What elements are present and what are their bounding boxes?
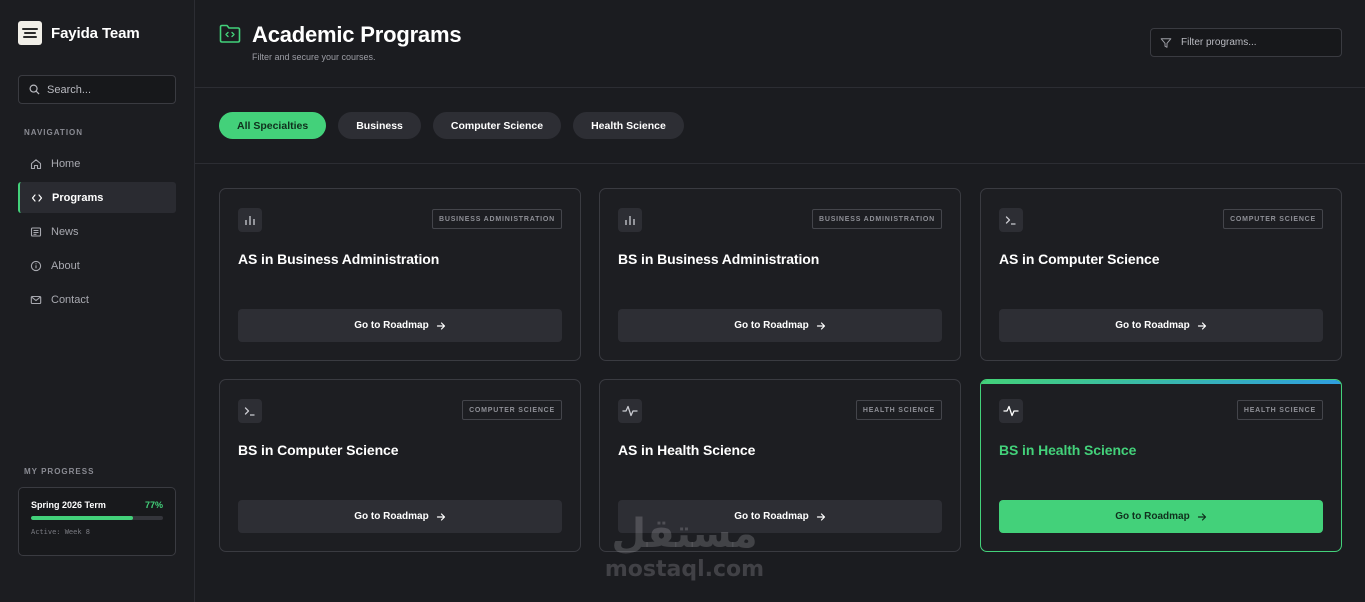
home-icon — [30, 158, 42, 169]
progress-term: Spring 2026 Term — [31, 500, 106, 510]
arrow-right-icon — [1197, 321, 1206, 330]
progress-bar-fill — [31, 516, 133, 520]
roadmap-button-label: Go to Roadmap — [354, 511, 429, 522]
sidebar-nav: Home Programs News About Contact — [18, 148, 176, 318]
filter-programs[interactable] — [1150, 28, 1342, 57]
program-title: BS in Business Administration — [618, 251, 820, 267]
sidebar-item-label: News — [51, 225, 79, 238]
program-card: COMPUTER SCIENCE BS in Computer Science … — [219, 379, 581, 552]
program-title: BS in Computer Science — [238, 442, 399, 458]
card-accent-bar — [981, 380, 1341, 384]
chip-business[interactable]: Business — [338, 112, 421, 139]
code-icon — [31, 193, 43, 202]
terminal-icon — [999, 208, 1023, 232]
progress-percent: 77% — [144, 500, 163, 510]
program-title: BS in Health Science — [999, 442, 1137, 458]
sidebar-item-contact[interactable]: Contact — [18, 284, 176, 315]
page-subtitle: Filter and secure your courses. — [252, 52, 376, 62]
sidebar-item-label: Home — [51, 157, 81, 170]
category-badge: HEALTH SCIENCE — [1236, 400, 1323, 420]
sidebar-item-about[interactable]: About — [18, 250, 176, 281]
news-icon — [30, 226, 42, 237]
category-badge: BUSINESS ADMINISTRATION — [811, 209, 942, 229]
sidebar-item-label: Contact — [51, 293, 89, 306]
arrow-right-icon — [816, 321, 825, 330]
program-card-selected: HEALTH SCIENCE BS in Health Science Go t… — [980, 379, 1342, 552]
arrow-right-icon — [436, 512, 445, 521]
page-title: Academic Programs — [252, 22, 462, 47]
progress-card: Spring 2026 Term 77% Active: Week 8 — [18, 487, 176, 556]
sidebar-item-news[interactable]: News — [18, 216, 176, 247]
terminal-icon — [238, 399, 262, 423]
program-title: AS in Health Science — [618, 442, 756, 458]
pulse-icon — [999, 399, 1023, 423]
roadmap-button-label: Go to Roadmap — [354, 320, 429, 331]
bar-chart-icon — [618, 208, 642, 232]
mail-icon — [30, 295, 42, 304]
search-input[interactable] — [47, 83, 157, 96]
sidebar: Fayida Team NAVIGATION Home Programs New… — [0, 0, 195, 602]
sidebar-item-programs[interactable]: Programs — [18, 182, 176, 213]
roadmap-button[interactable]: Go to Roadmap — [999, 500, 1323, 533]
brand-name: Fayida Team — [51, 24, 140, 42]
roadmap-button-label: Go to Roadmap — [734, 320, 809, 331]
arrow-right-icon — [1197, 512, 1206, 521]
program-card: COMPUTER SCIENCE AS in Computer Science … — [980, 188, 1342, 361]
roadmap-button[interactable]: Go to Roadmap — [238, 500, 562, 533]
arrow-right-icon — [816, 512, 825, 521]
category-badge: COMPUTER SCIENCE — [462, 400, 562, 420]
pulse-icon — [618, 399, 642, 423]
sidebar-search[interactable] — [18, 75, 176, 104]
bar-chart-icon — [238, 208, 262, 232]
brand[interactable]: Fayida Team — [18, 21, 140, 45]
nav-section-title: NAVIGATION — [24, 128, 84, 137]
page-header: Academic Programs Filter and secure your… — [195, 0, 1365, 88]
brand-logo — [18, 21, 42, 45]
sidebar-item-home[interactable]: Home — [18, 148, 176, 179]
sidebar-item-label: About — [51, 259, 80, 272]
program-title: AS in Computer Science — [999, 251, 1160, 267]
roadmap-button-label: Go to Roadmap — [734, 511, 809, 522]
sidebar-item-label: Programs — [52, 191, 104, 204]
folder-code-icon — [219, 24, 241, 43]
specialty-filter-chips: All Specialties Business Computer Scienc… — [219, 112, 684, 139]
program-card: HEALTH SCIENCE AS in Health Science Go t… — [599, 379, 961, 552]
progress-bar — [31, 516, 163, 520]
roadmap-button-label: Go to Roadmap — [1115, 511, 1190, 522]
category-badge: HEALTH SCIENCE — [855, 400, 942, 420]
chip-health-science[interactable]: Health Science — [573, 112, 684, 139]
program-card: BUSINESS ADMINISTRATION BS in Business A… — [599, 188, 961, 361]
program-title: AS in Business Administration — [238, 251, 440, 267]
arrow-right-icon — [436, 321, 445, 330]
divider — [195, 163, 1365, 164]
chip-computer-science[interactable]: Computer Science — [432, 112, 562, 139]
roadmap-button[interactable]: Go to Roadmap — [618, 500, 942, 533]
filter-icon — [1160, 37, 1172, 48]
watermark-latin: mostaql.com — [604, 557, 765, 582]
category-badge: COMPUTER SCIENCE — [1223, 209, 1323, 229]
roadmap-button[interactable]: Go to Roadmap — [238, 309, 562, 342]
filter-input[interactable] — [1181, 37, 1331, 48]
category-badge: BUSINESS ADMINISTRATION — [431, 209, 562, 229]
chip-all-specialties[interactable]: All Specialties — [219, 112, 327, 139]
progress-section-title: MY PROGRESS — [24, 467, 95, 476]
search-icon — [29, 84, 40, 95]
progress-status: Active: Week 8 — [31, 528, 91, 536]
roadmap-button[interactable]: Go to Roadmap — [999, 309, 1323, 342]
program-card: BUSINESS ADMINISTRATION AS in Business A… — [219, 188, 581, 361]
roadmap-button-label: Go to Roadmap — [1115, 320, 1190, 331]
roadmap-button[interactable]: Go to Roadmap — [618, 309, 942, 342]
info-icon — [30, 260, 42, 271]
